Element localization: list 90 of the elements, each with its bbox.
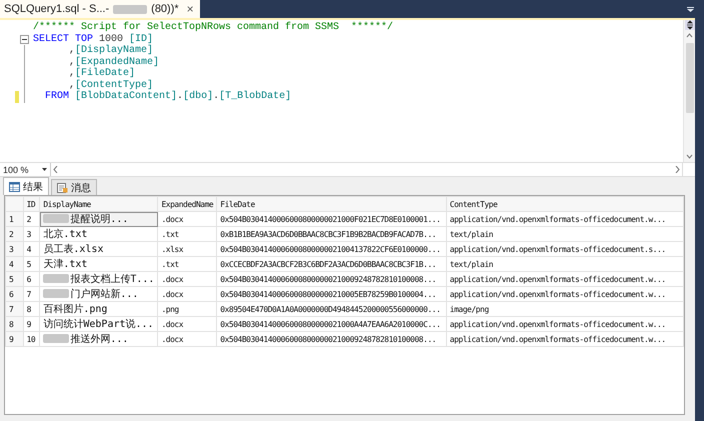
table-cell: text/plain bbox=[446, 256, 684, 272]
code-line: ,[ContentType] bbox=[68, 80, 154, 91]
splitter-icon[interactable] bbox=[684, 20, 694, 30]
tab-title: (80))* bbox=[151, 3, 179, 15]
row-number[interactable]: 4 bbox=[6, 256, 24, 272]
cell-text: 员工表.xlsx bbox=[43, 244, 104, 255]
table-cell: application/vnd.openxmlformats-officedocument.w... bbox=[446, 286, 684, 302]
row-number[interactable]: 9 bbox=[6, 332, 24, 346]
scroll-left-icon[interactable] bbox=[53, 166, 58, 173]
table-cell[interactable]: 报表文档上传T... bbox=[40, 272, 158, 286]
column-header[interactable]: ContentType bbox=[446, 196, 684, 212]
cell-text: 提醒说明... bbox=[70, 214, 128, 225]
table-cell: .txt bbox=[158, 226, 217, 242]
table-cell: .docx bbox=[158, 272, 217, 286]
table-cell: 0x504B0304140006000800000021000A4A7EAA6A2010000C... bbox=[216, 316, 446, 332]
table-cell[interactable]: 百科图片.png bbox=[40, 302, 158, 316]
cell-text: 报表文档上传T... bbox=[70, 274, 154, 285]
row-number[interactable]: 2 bbox=[6, 226, 24, 242]
result-tab[interactable]: 消息 bbox=[51, 179, 97, 195]
code-line: ,[FileDate] bbox=[68, 68, 136, 80]
table-cell: .docx bbox=[158, 286, 217, 302]
table-cell: text/plain bbox=[446, 226, 684, 242]
table-cell: 0x504B0304140006000800000021004137822CF6E0100000... bbox=[216, 242, 446, 256]
code-line: /****** Script for SelectTopNRows command from SSMS ******/ bbox=[32, 22, 394, 34]
row-number[interactable]: 6 bbox=[6, 286, 24, 302]
horizontal-scrollbar[interactable] bbox=[51, 163, 683, 176]
table-cell: .xlsx bbox=[158, 242, 217, 256]
vertical-scrollbar[interactable] bbox=[683, 20, 695, 162]
table-cell: .docx bbox=[158, 332, 217, 346]
table-cell: 4 bbox=[23, 242, 40, 256]
grid-icon bbox=[9, 182, 20, 192]
table-cell: .png bbox=[158, 302, 217, 316]
table-cell: 5 bbox=[23, 256, 40, 272]
code-line: SELECT TOP 1000 [ID] bbox=[32, 34, 154, 45]
cell-text: 北京.txt bbox=[43, 229, 88, 240]
scroll-right-icon[interactable] bbox=[675, 166, 680, 173]
cell-text: 天津.txt bbox=[43, 259, 88, 270]
table-cell: application/vnd.openxmlformats-officedocument.s... bbox=[446, 242, 684, 256]
table-cell[interactable]: 推送外网... bbox=[40, 332, 158, 346]
column-header[interactable]: FileDate bbox=[216, 196, 446, 212]
cell-text: 访问统计WebPart说... bbox=[43, 319, 154, 330]
table-cell: image/png bbox=[446, 302, 684, 316]
column-header[interactable]: DisplayName bbox=[40, 196, 158, 212]
table-cell[interactable]: 提醒说明... bbox=[40, 212, 158, 226]
table-cell: 0xB1B1BEA9A3ACD6D0BBAAC8CBC3F1B9B2BACDB9FACAD7B... bbox=[216, 226, 446, 242]
table-cell: .docx bbox=[158, 212, 217, 226]
table-cell: .txt bbox=[158, 256, 217, 272]
table-cell: 0xCCECBDF2A3ACBCF2B3C6BDF2A3ACD6D0BBAAC8CBC3F1B... bbox=[216, 256, 446, 272]
table-cell: .docx bbox=[158, 316, 217, 332]
document-tab[interactable]: SQLQuery1.sql - S...- (80))* × bbox=[0, 0, 200, 18]
table-cell: 3 bbox=[23, 226, 40, 242]
table-cell: 0x504B03041400060008000000210009248782810100008... bbox=[216, 272, 446, 286]
cell-text: 百科图片.png bbox=[43, 304, 108, 315]
cell-text: 门户网站新... bbox=[70, 289, 138, 300]
table-cell[interactable]: 北京.txt bbox=[40, 226, 158, 242]
row-number[interactable]: 7 bbox=[6, 302, 24, 316]
table-cell: 9 bbox=[23, 316, 40, 332]
column-header[interactable]: ID bbox=[23, 196, 40, 212]
table-cell: 7 bbox=[23, 286, 40, 302]
table-cell: 0x504B03041400060008000000210009248782810100008... bbox=[216, 332, 446, 346]
code-line: ,[ExpandedName] bbox=[68, 56, 160, 68]
collapse-icon[interactable] bbox=[20, 34, 29, 44]
table-cell: application/vnd.openxmlformats-officedocument.w... bbox=[446, 212, 684, 226]
dropdown-icon[interactable] bbox=[42, 168, 47, 171]
table-cell: application/vnd.openxmlformats-officedocument.w... bbox=[446, 316, 684, 332]
table-cell: 10 bbox=[23, 332, 40, 346]
tab-title: SQLQuery1.sql - S...- bbox=[4, 3, 110, 15]
close-button[interactable]: × bbox=[186, 2, 194, 16]
table-cell[interactable]: 员工表.xlsx bbox=[40, 242, 158, 256]
dropdown-icon[interactable] bbox=[687, 7, 694, 12]
table-cell: 0x504B03041400060008000000210005EB78259B0100004... bbox=[216, 286, 446, 302]
table-cell: 0x89504E470D0A1A0A0000000D4948445200000556000000... bbox=[216, 302, 446, 316]
messages-icon bbox=[57, 182, 68, 192]
table-cell: 0x504B0304140006000800000021000F021EC7D8E0100001... bbox=[216, 212, 446, 226]
row-number[interactable]: 3 bbox=[6, 242, 24, 256]
row-number[interactable]: 8 bbox=[6, 316, 24, 332]
table-cell: application/vnd.openxmlformats-officedocument.w... bbox=[446, 272, 684, 286]
table-cell[interactable]: 门户网站新... bbox=[40, 286, 158, 302]
code-line: ,[DisplayName] bbox=[68, 45, 154, 56]
row-number[interactable]: 5 bbox=[6, 272, 24, 286]
table-cell[interactable]: 访问统计WebPart说... bbox=[40, 316, 158, 332]
table-cell: 6 bbox=[23, 272, 40, 286]
table-cell: application/vnd.openxmlformats-officedocument.w... bbox=[446, 332, 684, 346]
row-number[interactable]: 1 bbox=[6, 212, 24, 226]
column-header[interactable]: ExpandedName bbox=[158, 196, 217, 212]
cell-text: 推送外网... bbox=[70, 334, 128, 345]
table-cell[interactable]: 天津.txt bbox=[40, 256, 158, 272]
result-tab[interactable]: 结果 bbox=[3, 177, 49, 195]
code-line: FROM [BlobDataContent].[dbo].[T_BlobDate] bbox=[44, 91, 292, 102]
table-cell: 8 bbox=[23, 302, 40, 316]
